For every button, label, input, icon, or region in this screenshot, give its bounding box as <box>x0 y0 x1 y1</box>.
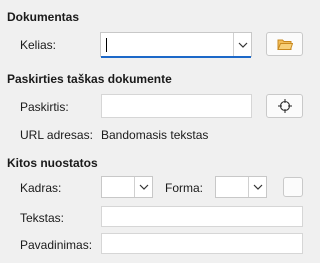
target-in-document-button[interactable] <box>266 94 303 118</box>
path-dropdown-button[interactable] <box>233 33 251 56</box>
path-focus-underline <box>101 56 251 58</box>
frame-label: Kadras: <box>20 181 62 195</box>
section-title-document: Dokumentas <box>7 10 80 24</box>
events-button[interactable] <box>283 177 303 197</box>
text-caret <box>106 38 107 52</box>
text-input[interactable] <box>101 206 303 227</box>
crosshair-icon <box>277 99 292 113</box>
frame-dropdown-button[interactable] <box>134 177 152 197</box>
browse-document-button[interactable] <box>266 32 303 56</box>
url-label: URL adresas: <box>20 128 93 142</box>
folder-icon <box>276 39 293 50</box>
form-combobox[interactable] <box>215 176 267 198</box>
url-value: Bandomasis tekstas <box>101 128 209 142</box>
section-title-other: Kitos nuostatos <box>7 156 98 170</box>
name-input[interactable] <box>101 233 303 254</box>
path-label: Kelias: <box>20 38 57 52</box>
target-input[interactable] <box>101 94 252 118</box>
form-dropdown-button[interactable] <box>248 177 266 197</box>
chevron-down-icon <box>238 42 247 48</box>
section-title-target: Paskirties taškas dokumente <box>7 72 172 86</box>
target-label: Paskirtis: <box>20 100 69 114</box>
chevron-down-icon <box>139 184 148 190</box>
path-combobox[interactable] <box>100 32 252 57</box>
frame-combobox[interactable] <box>101 176 153 198</box>
text-label: Tekstas: <box>20 211 65 225</box>
name-label: Pavadinimas: <box>20 238 93 252</box>
chevron-down-icon <box>253 184 262 190</box>
form-label: Forma: <box>165 181 204 195</box>
